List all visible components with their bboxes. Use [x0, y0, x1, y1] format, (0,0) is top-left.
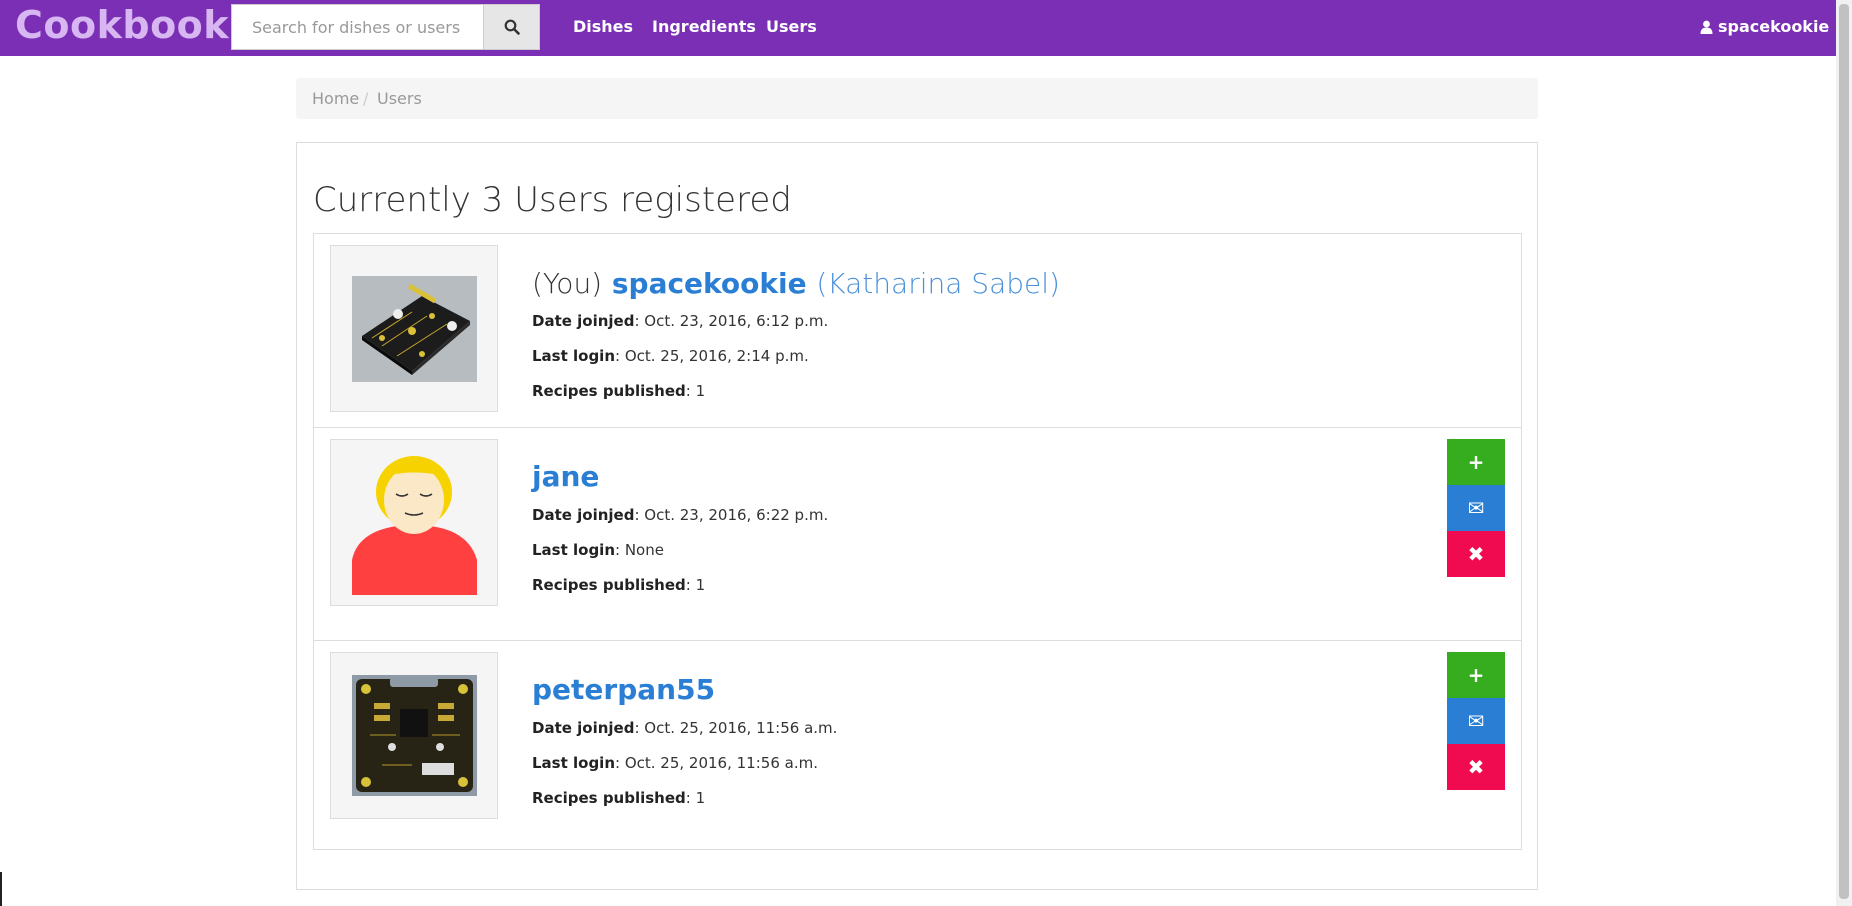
message-button[interactable]: ✉ [1447, 698, 1505, 744]
circuit-board-avatar-image [351, 275, 477, 382]
search-icon [504, 19, 520, 35]
last-login-value: : None [615, 541, 664, 559]
user-actions: + ✉ ✖ [1447, 439, 1505, 577]
user-menu[interactable]: spacekookie [1700, 17, 1847, 36]
last-login-label: Last login [532, 754, 616, 772]
date-joined-label: Date joinjed [532, 506, 635, 524]
circuit-board-avatar-image [351, 675, 477, 796]
recipes-published-value: : 1 [685, 576, 706, 594]
nav-ingredients[interactable]: Ingredients [652, 17, 756, 36]
breadcrumb: Home / Users [296, 78, 1538, 119]
nav-users[interactable]: Users [766, 17, 817, 36]
date-joined-value: : Oct. 23, 2016, 6:12 p.m. [634, 312, 829, 330]
recipes-published: Recipes published: 1 [532, 789, 705, 807]
recipes-published-value: : 1 [685, 382, 706, 400]
date-joined: Date joinjed: Oct. 23, 2016, 6:12 p.m. [532, 312, 828, 330]
nav-dishes[interactable]: Dishes [573, 17, 633, 36]
last-login: Last login: None [532, 541, 664, 559]
brand-logo[interactable]: Cookbook [15, 3, 229, 47]
close-icon: ✖ [1467, 542, 1485, 566]
last-login: Last login: Oct. 25, 2016, 2:14 p.m. [532, 347, 809, 365]
recipes-published: Recipes published: 1 [532, 576, 705, 594]
navbar: Cookbook Dishes Ingredients Users spacek… [0, 0, 1847, 56]
last-login-label: Last login [532, 347, 616, 365]
search-input[interactable] [231, 4, 483, 50]
close-icon: ✖ [1467, 755, 1485, 779]
breadcrumb-home[interactable]: Home [312, 89, 359, 108]
envelope-icon: ✉ [1467, 709, 1485, 733]
envelope-icon: ✉ [1467, 496, 1485, 520]
last-login-label: Last login [532, 541, 616, 559]
breadcrumb-current: Users [377, 89, 422, 108]
user-heading: (You) spacekookie (Katharina Sabel) [532, 267, 1060, 300]
recipes-published-label: Recipes published [532, 382, 686, 400]
scrollbar-thumb[interactable] [1839, 4, 1849, 899]
user-menu-label: spacekookie [1718, 17, 1830, 36]
user-list: (You) spacekookie (Katharina Sabel) Date… [313, 233, 1522, 850]
user-list-item: jane Date joinjed: Oct. 23, 2016, 6:22 p… [314, 427, 1521, 640]
user-avatar[interactable] [330, 245, 498, 412]
plus-icon: + [1467, 450, 1485, 474]
user-icon [1700, 20, 1713, 34]
search-button[interactable] [483, 4, 540, 50]
date-joined-label: Date joinjed [532, 312, 635, 330]
add-friend-button[interactable]: + [1447, 439, 1505, 485]
recipes-published-label: Recipes published [532, 789, 686, 807]
cartoon-girl-avatar-image [351, 450, 477, 595]
username-link[interactable]: spacekookie [612, 267, 807, 300]
date-joined-value: : Oct. 25, 2016, 11:56 a.m. [634, 719, 838, 737]
fullname-link[interactable]: (Katharina Sabel) [816, 267, 1060, 300]
username-link[interactable]: peterpan55 [532, 673, 715, 706]
last-login-value: : Oct. 25, 2016, 11:56 a.m. [615, 754, 818, 772]
window-edge-marker [0, 872, 2, 906]
delete-user-button[interactable]: ✖ [1447, 531, 1505, 577]
breadcrumb-separator: / [363, 89, 369, 108]
you-label: (You) [532, 267, 603, 300]
date-joined: Date joinjed: Oct. 25, 2016, 11:56 a.m. [532, 719, 837, 737]
message-button[interactable]: ✉ [1447, 485, 1505, 531]
date-joined-value: : Oct. 23, 2016, 6:22 p.m. [634, 506, 829, 524]
username-link[interactable]: jane [532, 460, 599, 493]
delete-user-button[interactable]: ✖ [1447, 744, 1505, 790]
user-list-item: (You) spacekookie (Katharina Sabel) Date… [314, 234, 1521, 427]
user-avatar[interactable] [330, 652, 498, 819]
date-joined-label: Date joinjed [532, 719, 635, 737]
recipes-published-label: Recipes published [532, 576, 686, 594]
last-login-value: : Oct. 25, 2016, 2:14 p.m. [615, 347, 809, 365]
add-friend-button[interactable]: + [1447, 652, 1505, 698]
recipes-published: Recipes published: 1 [532, 382, 705, 400]
plus-icon: + [1467, 663, 1485, 687]
user-list-item: peterpan55 Date joinjed: Oct. 25, 2016, … [314, 640, 1521, 849]
user-actions: + ✉ ✖ [1447, 652, 1505, 790]
last-login: Last login: Oct. 25, 2016, 11:56 a.m. [532, 754, 818, 772]
date-joined: Date joinjed: Oct. 23, 2016, 6:22 p.m. [532, 506, 828, 524]
recipes-published-value: : 1 [685, 789, 706, 807]
page-title: Currently 3 Users registered [313, 180, 792, 220]
user-avatar[interactable] [330, 439, 498, 606]
